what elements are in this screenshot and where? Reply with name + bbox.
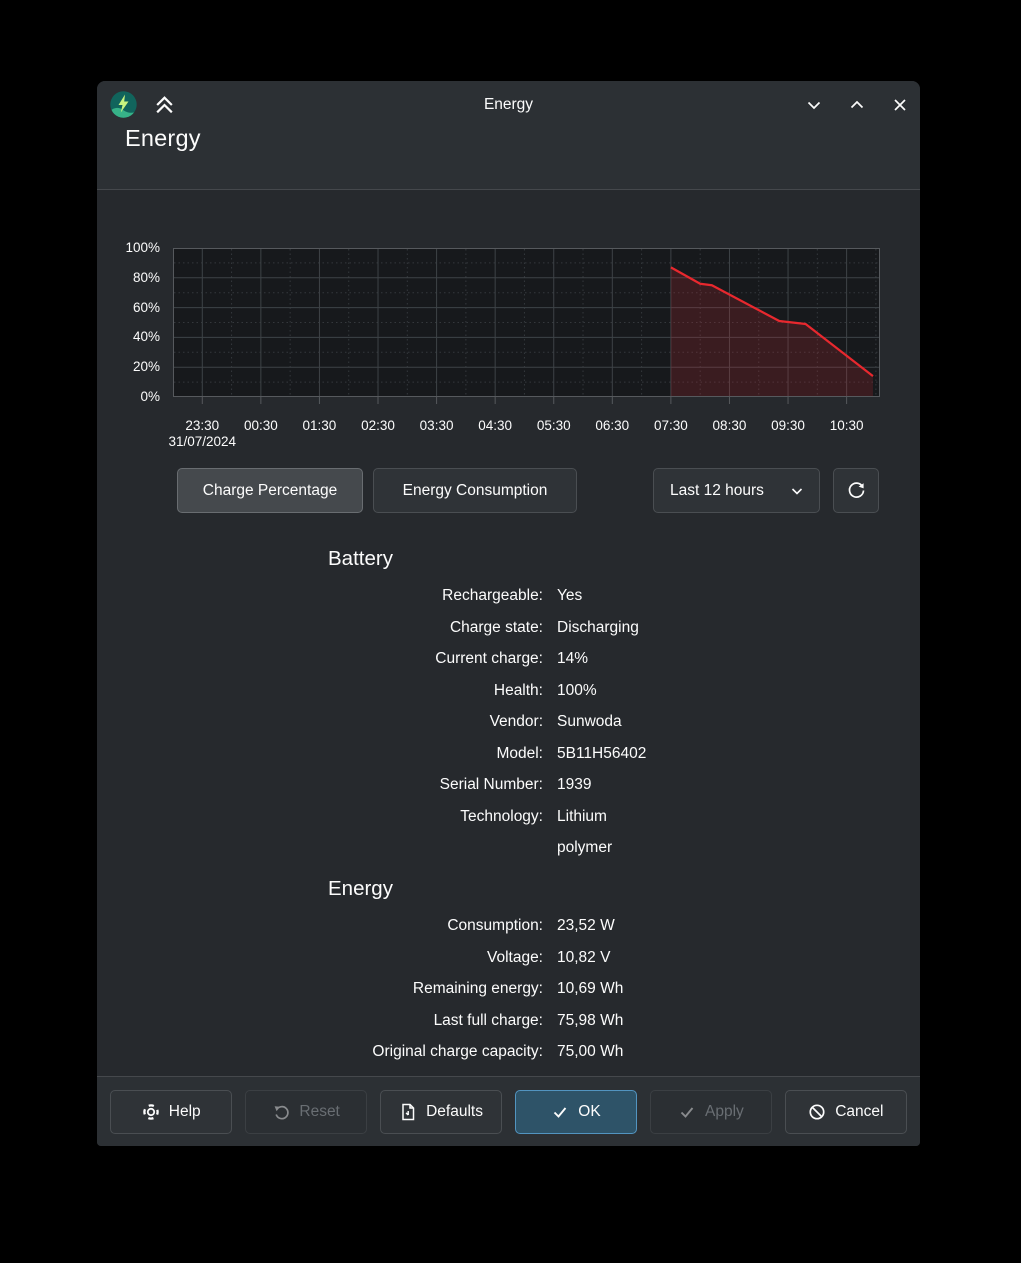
info-row: Vendor:Sunwoda [197, 706, 817, 738]
info-row: Consumption:23,52 W [197, 910, 817, 942]
energy-section-title: Energy [328, 877, 393, 901]
x-axis-tick-label: 10:30 [805, 418, 889, 434]
info-row: Technology:Lithium polymer [197, 801, 817, 864]
help-label: Help [169, 1103, 201, 1121]
info-label: Model: [197, 738, 543, 770]
cancel-icon [808, 1103, 826, 1121]
energy-consumption-label: Energy Consumption [403, 482, 548, 500]
info-row: Current charge:14% [197, 643, 817, 675]
cancel-label: Cancel [835, 1103, 883, 1121]
info-value: 10,69 Wh [543, 973, 623, 1005]
ok-label: OK [578, 1103, 600, 1121]
info-label: Current charge: [197, 643, 543, 675]
time-range-dropdown[interactable]: Last 12 hours [653, 468, 820, 513]
info-label: Original charge capacity: [197, 1036, 543, 1068]
y-axis-tick-label: 60% [100, 299, 160, 317]
y-axis-tick-label: 100% [100, 239, 160, 257]
defaults-button[interactable]: Defaults [380, 1090, 502, 1134]
close-icon[interactable] [890, 95, 910, 115]
x-axis-date-label: 31/07/2024 [147, 434, 257, 450]
help-button[interactable]: Help [110, 1090, 232, 1134]
info-row: Health:100% [197, 675, 817, 707]
charge-percentage-button[interactable]: Charge Percentage [177, 468, 363, 513]
info-value: Discharging [543, 612, 639, 644]
info-label: Health: [197, 675, 543, 707]
info-label: Consumption: [197, 910, 543, 942]
info-row: Serial Number:1939 [197, 769, 817, 801]
info-row: Original charge capacity:75,00 Wh [197, 1036, 817, 1068]
info-row: Remaining energy:10,69 Wh [197, 973, 817, 1005]
info-row: Charge state:Discharging [197, 612, 817, 644]
energy-info-rows: Consumption:23,52 WVoltage:10,82 VRemain… [197, 910, 817, 1068]
info-value: Sunwoda [543, 706, 622, 738]
charge-percentage-label: Charge Percentage [203, 482, 337, 500]
info-value: 75,00 Wh [543, 1036, 623, 1068]
defaults-label: Defaults [426, 1103, 483, 1121]
info-label: Last full charge: [197, 1005, 543, 1037]
cancel-button[interactable]: Cancel [785, 1090, 907, 1134]
energy-consumption-button[interactable]: Energy Consumption [373, 468, 577, 513]
info-value: 100% [543, 675, 597, 707]
dialog-button-bar: Help Reset Defaults OK [97, 1076, 920, 1146]
info-value: 23,52 W [543, 910, 615, 942]
minimize-icon[interactable] [804, 95, 824, 115]
apply-button[interactable]: Apply [650, 1090, 772, 1134]
info-label: Remaining energy: [197, 973, 543, 1005]
info-value: 5B11H56402 [543, 738, 646, 770]
reset-label: Reset [299, 1103, 340, 1121]
battery-charge-chart [173, 248, 880, 406]
info-label: Charge state: [197, 612, 543, 644]
info-label: Technology: [197, 801, 543, 864]
info-value: 10,82 V [543, 942, 610, 974]
info-label: Voltage: [197, 942, 543, 974]
apply-check-icon [678, 1103, 696, 1121]
refresh-icon [847, 481, 866, 500]
refresh-button[interactable] [833, 468, 879, 513]
energy-dialog-window: Energy Energy Charge Percentage Energy C… [97, 81, 920, 1146]
info-label: Rechargeable: [197, 580, 543, 612]
page-title: Energy [125, 125, 201, 152]
info-label: Serial Number: [197, 769, 543, 801]
y-axis-tick-label: 0% [100, 388, 160, 406]
help-lifering-icon [142, 1103, 160, 1121]
reset-undo-icon [272, 1103, 290, 1121]
apply-label: Apply [705, 1103, 744, 1121]
reset-button[interactable]: Reset [245, 1090, 367, 1134]
ok-check-icon [551, 1103, 569, 1121]
info-label: Vendor: [197, 706, 543, 738]
info-value: 14% [543, 643, 588, 675]
battery-info-rows: Rechargeable:YesCharge state:Discharging… [197, 580, 817, 864]
y-axis-tick-label: 20% [100, 358, 160, 376]
time-range-value: Last 12 hours [670, 482, 764, 500]
window-chrome: Energy Energy [97, 81, 920, 190]
info-row: Rechargeable:Yes [197, 580, 817, 612]
titlebar[interactable]: Energy [97, 81, 920, 129]
info-value: Yes [543, 580, 582, 612]
info-value: 1939 [543, 769, 591, 801]
info-value: 75,98 Wh [543, 1005, 623, 1037]
info-value: Lithium polymer [543, 801, 612, 864]
defaults-document-icon [399, 1103, 417, 1121]
chevron-down-icon [789, 483, 805, 499]
info-row: Model:5B11H56402 [197, 738, 817, 770]
maximize-icon[interactable] [847, 95, 867, 115]
info-row: Voltage:10,82 V [197, 942, 817, 974]
y-axis-tick-label: 40% [100, 328, 160, 346]
window-title: Energy [97, 81, 920, 129]
y-axis-tick-label: 80% [100, 269, 160, 287]
battery-section-title: Battery [328, 547, 393, 571]
ok-button[interactable]: OK [515, 1090, 637, 1134]
info-row: Last full charge:75,98 Wh [197, 1005, 817, 1037]
